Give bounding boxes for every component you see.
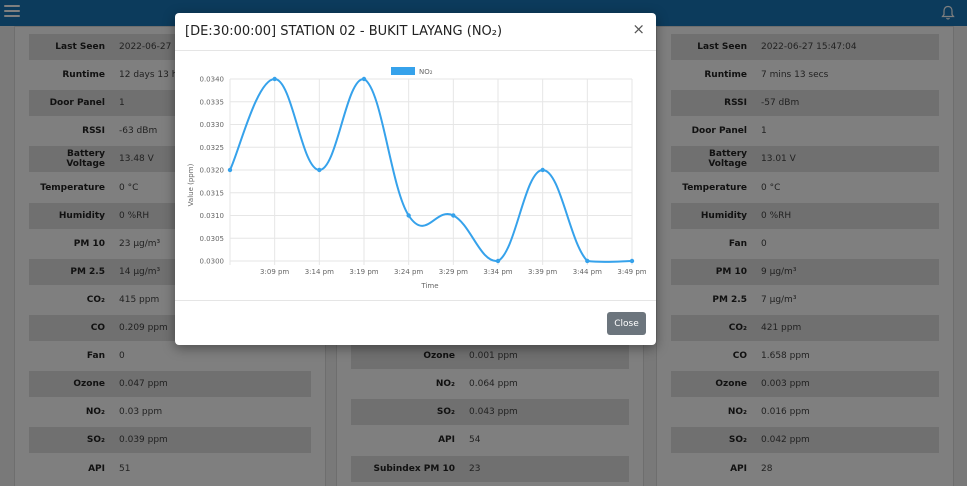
data-point[interactable] xyxy=(227,167,233,173)
x-tick-label: 3:39 pm xyxy=(528,268,557,276)
data-point[interactable] xyxy=(361,76,367,82)
y-tick-label: 0.0315 xyxy=(200,189,225,197)
data-point[interactable] xyxy=(272,76,277,82)
x-axis-label: Time xyxy=(420,282,438,290)
x-tick-label: 3:29 pm xyxy=(439,268,468,276)
modal-title: [DE:30:00:00] STATION 02 - BUKIT LAYANG … xyxy=(185,24,503,39)
y-tick-label: 0.0305 xyxy=(200,235,225,243)
chart-grid xyxy=(229,78,633,265)
no2-line-chart: NO₂ Value (ppm) Time 0.03400.03350.03300… xyxy=(187,67,647,290)
close-icon[interactable]: × xyxy=(632,22,645,37)
y-tick-label: 0.0325 xyxy=(200,144,225,152)
modal-header: [DE:30:00:00] STATION 02 - BUKIT LAYANG … xyxy=(175,13,656,51)
x-tick-label: 3:24 pm xyxy=(394,268,423,276)
x-tick-label: 3:19 pm xyxy=(349,268,378,276)
y-tick-label: 0.0335 xyxy=(200,98,225,106)
chart-modal: [DE:30:00:00] STATION 02 - BUKIT LAYANG … xyxy=(175,13,656,345)
legend-label: NO₂ xyxy=(419,68,433,76)
close-button[interactable]: Close xyxy=(607,312,646,335)
x-tick-label: 3:49 pm xyxy=(617,268,646,276)
data-point[interactable] xyxy=(540,167,545,173)
data-point[interactable] xyxy=(495,258,501,264)
y-tick-label: 0.0320 xyxy=(200,167,225,175)
data-point[interactable] xyxy=(317,167,322,173)
y-axis-ticks: 0.0340 0.0335 0.0330 0.0325 0.0320 0.0315 0.03… xyxy=(200,76,225,266)
data-point[interactable] xyxy=(451,213,456,218)
legend-swatch[interactable] xyxy=(391,67,415,75)
y-tick-label: 0.0340 xyxy=(200,76,225,84)
y-tick-label: 0.0300 xyxy=(200,258,225,266)
x-tick-label: 3:14 pm xyxy=(305,268,334,276)
x-tick-label: 3:44 pm xyxy=(573,268,602,276)
y-axis-label: Value (ppm) xyxy=(187,163,195,206)
modal-footer: Close xyxy=(175,300,656,345)
data-point[interactable] xyxy=(406,213,411,218)
x-tick-label: 3:34 pm xyxy=(483,268,512,276)
x-tick-label: 3:09 pm xyxy=(260,268,289,276)
y-tick-label: 0.0330 xyxy=(200,121,225,129)
x-axis-ticks: 3:09 pm 3:14 pm 3:19 pm 3:24 pm 3:29 pm 3:34 … xyxy=(260,268,647,276)
data-point[interactable] xyxy=(585,258,590,264)
y-tick-label: 0.0310 xyxy=(200,212,225,220)
data-point[interactable] xyxy=(629,258,635,264)
